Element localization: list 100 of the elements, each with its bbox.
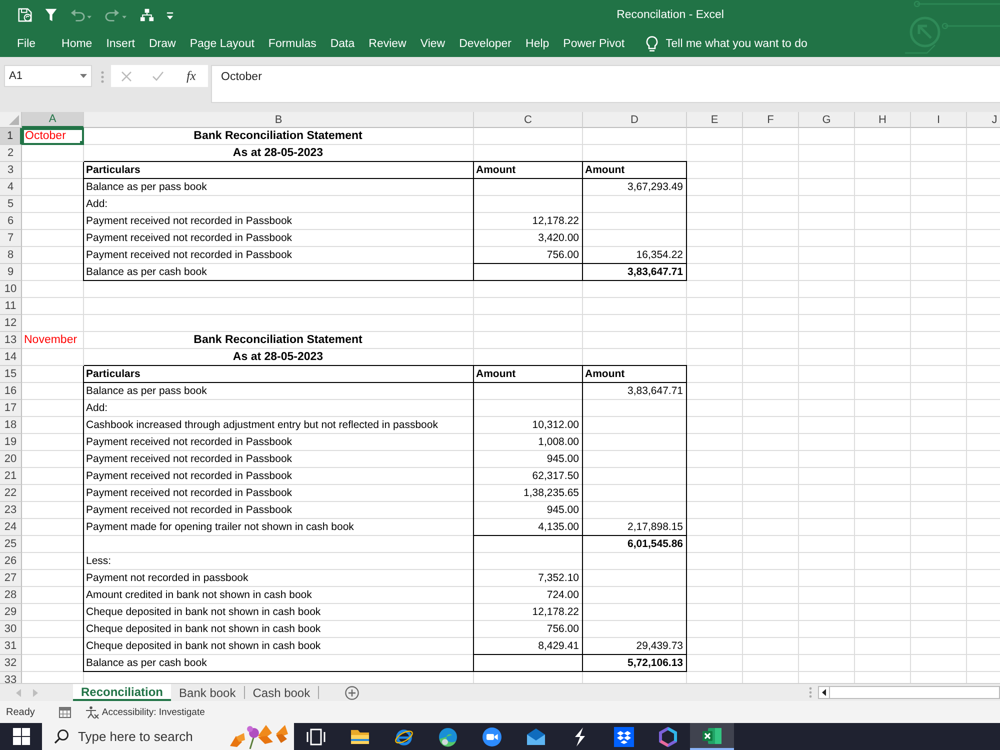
particulars-text: Cheque deposited in bank not shown in cash book xyxy=(86,606,321,619)
ribbon-tab[interactable]: Formulas xyxy=(261,34,324,54)
column-heading: Particulars xyxy=(86,368,140,381)
amount-value: 4,135.00 xyxy=(538,521,579,534)
row-header[interactable]: 26 xyxy=(0,553,22,570)
particulars-text: Cheque deposited in bank not shown in cash book xyxy=(86,623,321,636)
row-header[interactable]: 4 xyxy=(0,179,22,196)
row-header[interactable]: 31 xyxy=(0,638,22,655)
ribbon-tab[interactable]: View xyxy=(413,34,452,54)
video-camera-icon xyxy=(482,726,502,746)
column-header[interactable]: H xyxy=(855,112,911,128)
row-header[interactable]: 9 xyxy=(0,264,22,281)
ribbon-tab[interactable]: Review xyxy=(362,34,414,54)
particulars-text: Amount credited in bank not shown in cash book xyxy=(86,589,312,602)
amount-value: 724.00 xyxy=(546,589,579,602)
column-header[interactable]: J xyxy=(967,112,1000,128)
caret-icon[interactable] xyxy=(80,74,87,78)
row-header[interactable]: 17 xyxy=(0,400,22,417)
ribbon-tab[interactable]: Help xyxy=(518,34,556,54)
add-sheet-icon[interactable] xyxy=(345,686,360,700)
total-value: 3,67,293.49 xyxy=(628,181,683,194)
row-header[interactable]: 28 xyxy=(0,587,22,604)
ribbon-tab[interactable]: Insert xyxy=(99,34,142,54)
row-header[interactable]: 7 xyxy=(0,230,22,247)
row-header[interactable]: 8 xyxy=(0,247,22,264)
row-header[interactable]: 22 xyxy=(0,485,22,502)
statement-heading: As at 28-05-2023 xyxy=(232,147,324,160)
ribbon-tab[interactable]: Developer xyxy=(452,34,519,54)
ribbon-tab[interactable]: Home xyxy=(54,34,100,54)
row-header[interactable]: 6 xyxy=(0,213,22,230)
row-header[interactable]: 21 xyxy=(0,468,22,485)
task-view-icon xyxy=(306,726,326,746)
month-label: October xyxy=(25,130,66,143)
horizontal-scrollbar[interactable] xyxy=(830,686,1000,699)
sheet-tab[interactable]: Cash book xyxy=(244,686,320,699)
column-heading: Amount xyxy=(476,164,516,177)
diamonds-icon xyxy=(614,726,634,746)
row-header[interactable]: 29 xyxy=(0,604,22,621)
window-title: Reconcilation - Excel xyxy=(616,9,724,21)
row-header[interactable]: 20 xyxy=(0,451,22,468)
table-icon[interactable] xyxy=(58,706,71,718)
column-heading: Amount xyxy=(476,368,516,381)
row-header[interactable]: 18 xyxy=(0,417,22,434)
column-header[interactable]: D xyxy=(583,112,687,128)
ribbon-tab[interactable]: File xyxy=(10,34,43,54)
column-header[interactable]: A xyxy=(22,112,84,128)
row-header[interactable]: 32 xyxy=(0,655,22,672)
row-header[interactable]: 33 xyxy=(0,672,22,683)
column-header[interactable]: E xyxy=(687,112,743,128)
row-header[interactable]: 15 xyxy=(0,366,22,383)
column-header[interactable]: B xyxy=(84,112,474,128)
filter-icon[interactable] xyxy=(44,8,58,22)
insert-function-button[interactable]: fx xyxy=(184,68,198,84)
row-header[interactable]: 2 xyxy=(0,145,22,162)
particulars-text: Payment received not recorded in Passbook xyxy=(86,436,292,449)
column-header[interactable]: I xyxy=(911,112,967,128)
swirl-icon xyxy=(438,726,458,746)
sheet-tab[interactable]: Reconciliation xyxy=(73,684,172,701)
splitter-grip-icon[interactable] xyxy=(809,687,812,698)
sheet-tab[interactable]: Bank book xyxy=(171,686,245,699)
total-value: 3,83,647.71 xyxy=(628,266,683,279)
row-header[interactable]: 14 xyxy=(0,349,22,366)
accessibility-status[interactable]: Accessibility: Investigate xyxy=(102,706,205,718)
row-header[interactable]: 13 xyxy=(0,332,22,349)
scroll-left-button[interactable] xyxy=(818,686,830,699)
row-header[interactable]: 12 xyxy=(0,315,22,332)
ribbon-tab[interactable]: Power Pivot xyxy=(556,34,632,54)
taskbar-search-field[interactable]: Type here to search xyxy=(42,723,294,750)
row-header[interactable]: 10 xyxy=(0,281,22,298)
column-header[interactable]: C xyxy=(474,112,583,128)
row-header[interactable]: 19 xyxy=(0,434,22,451)
row-header[interactable]: 30 xyxy=(0,621,22,638)
ribbon-tab[interactable]: Draw xyxy=(142,34,183,54)
row-header[interactable]: 1 xyxy=(0,128,22,145)
ribbon-tab[interactable]: Page Layout xyxy=(182,34,262,54)
save-icon[interactable] xyxy=(17,8,33,22)
row-header[interactable]: 16 xyxy=(0,383,22,400)
active-cell[interactable]: October xyxy=(22,128,84,145)
row-header[interactable]: 24 xyxy=(0,519,22,536)
formula-field[interactable]: October xyxy=(211,65,1000,103)
row-header[interactable]: 27 xyxy=(0,570,22,587)
particulars-text: Payment made for opening trailer not shown in cash book xyxy=(86,521,354,534)
ribbon-tab[interactable]: Data xyxy=(323,34,362,54)
column-header[interactable]: F xyxy=(743,112,799,128)
hierarchy-icon[interactable] xyxy=(139,8,155,22)
windows-start-icon[interactable] xyxy=(12,728,30,745)
row-header[interactable]: 11 xyxy=(0,298,22,315)
splitter-grip-icon[interactable] xyxy=(101,71,104,83)
row-header[interactable]: 23 xyxy=(0,502,22,519)
row-header[interactable]: 25 xyxy=(0,536,22,553)
particulars-text: Less: xyxy=(86,555,112,568)
name-box[interactable]: A1 xyxy=(4,65,92,87)
row-header[interactable]: 5 xyxy=(0,196,22,213)
statement-heading: Bank Reconciliation Statement xyxy=(194,334,362,347)
tell-me-field[interactable]: Tell me what you want to do xyxy=(666,38,828,50)
row-header[interactable]: 3 xyxy=(0,162,22,179)
column-header[interactable]: G xyxy=(799,112,855,128)
month-label: November xyxy=(24,334,78,347)
amount-value: 756.00 xyxy=(546,623,579,636)
particulars-text: Payment received not recorded in Passbook xyxy=(86,470,292,483)
